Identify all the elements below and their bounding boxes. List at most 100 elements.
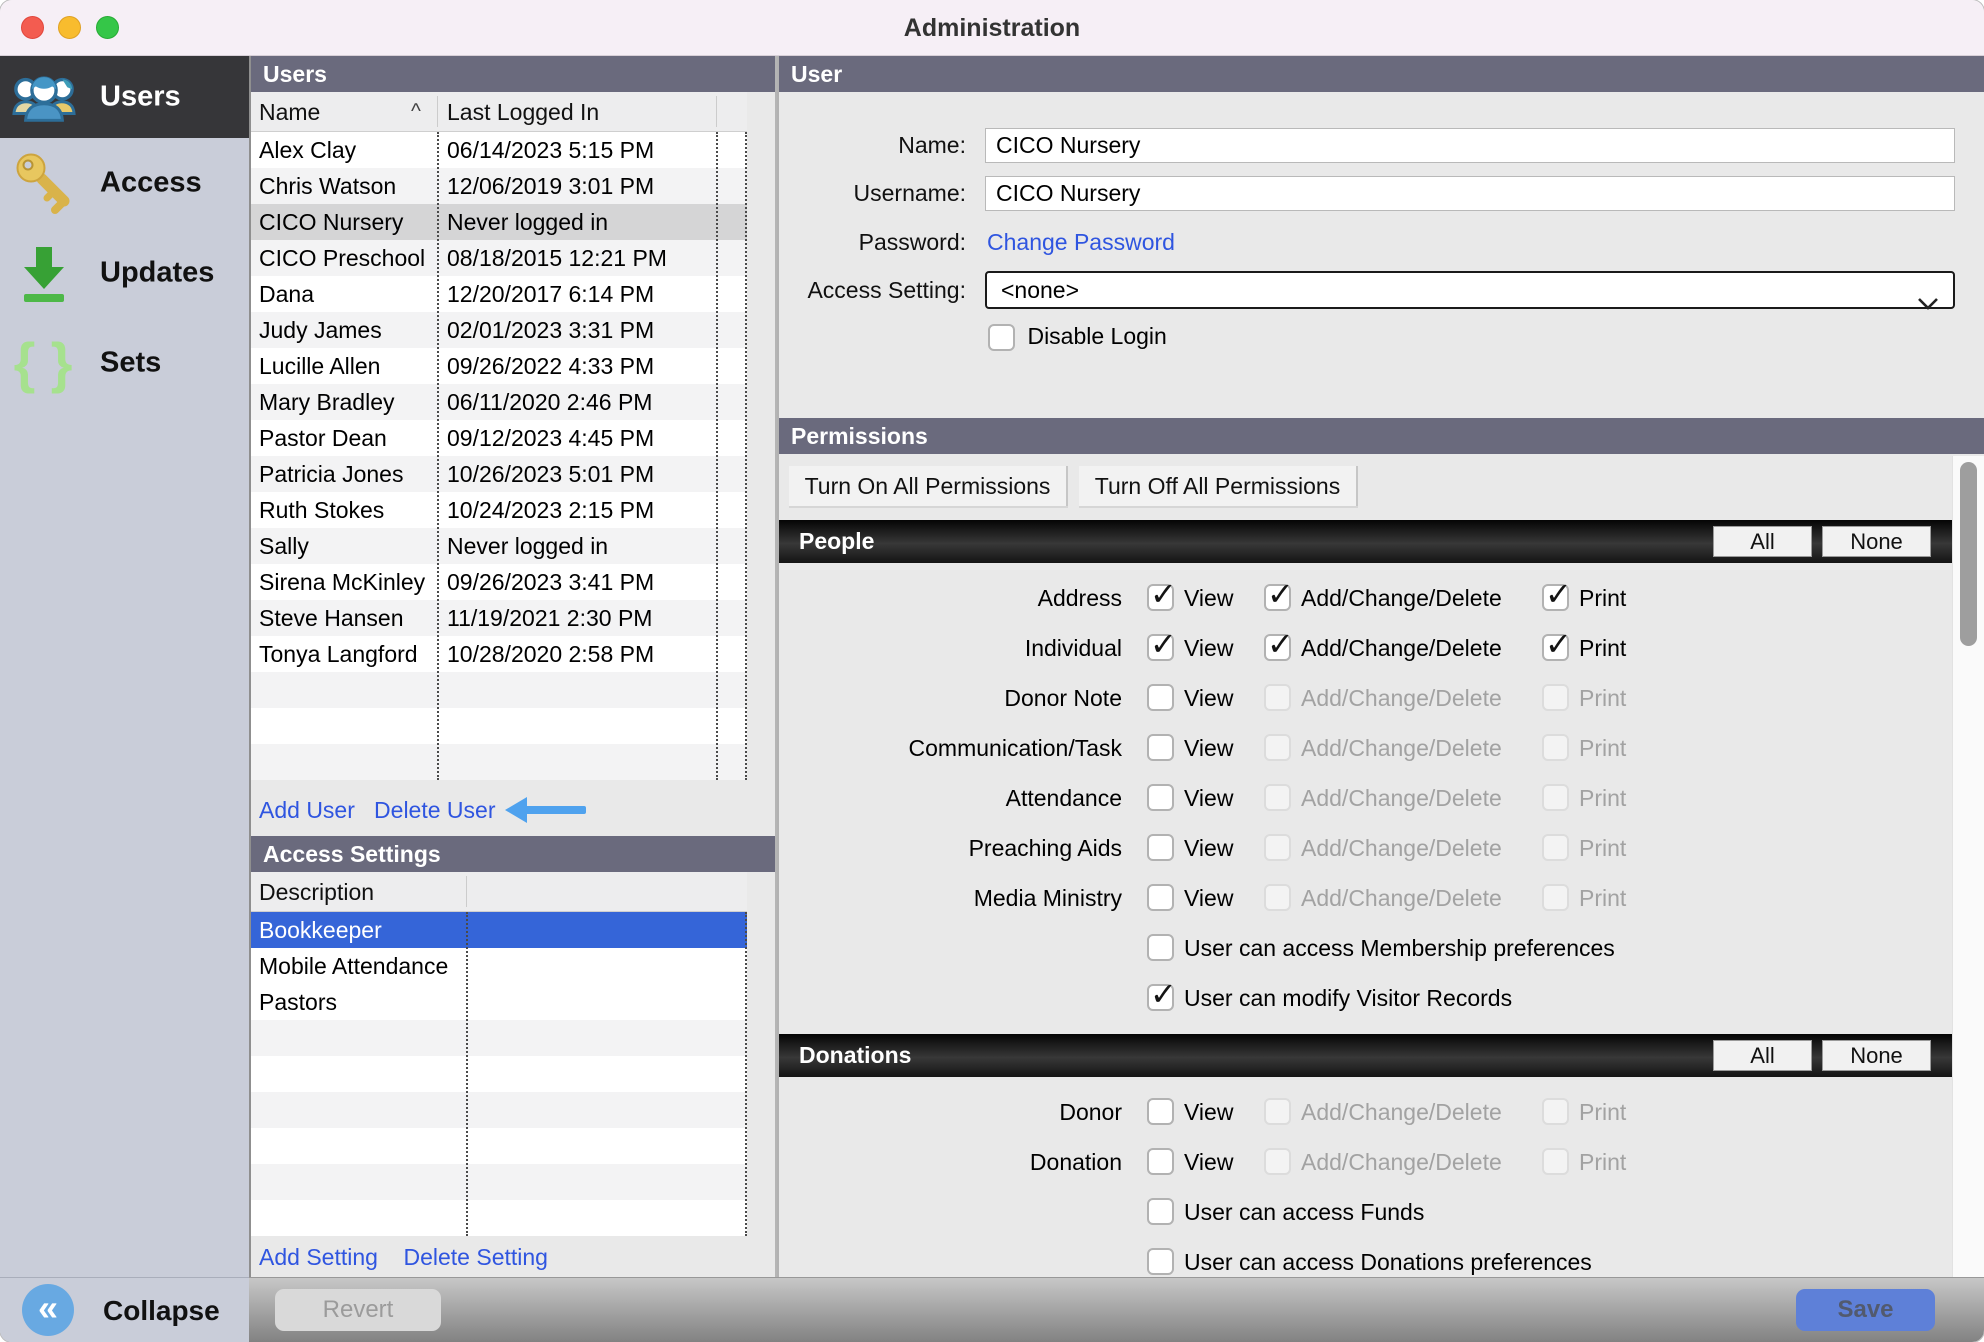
table-row[interactable]: Alex Clay06/14/2023 5:15 PM bbox=[251, 132, 747, 168]
user-can-access-membership-preferences-checkbox[interactable] bbox=[1147, 934, 1174, 961]
donor-note-view-checkbox[interactable] bbox=[1147, 684, 1174, 711]
sidebar-item-updates[interactable]: Updates bbox=[0, 228, 249, 318]
table-row[interactable]: Lucille Allen09/26/2022 4:33 PM bbox=[251, 348, 747, 384]
table-row[interactable]: Dana12/20/2017 6:14 PM bbox=[251, 276, 747, 312]
turn-on-all-permissions-button[interactable]: Turn On All Permissions bbox=[789, 466, 1068, 506]
header-divider bbox=[437, 96, 438, 127]
user-can-access-funds-checkbox[interactable] bbox=[1147, 1198, 1174, 1225]
user-name-cell: Lucille Allen bbox=[259, 348, 380, 384]
print-label: Print bbox=[1579, 1137, 1626, 1187]
table-row[interactable]: Judy James02/01/2023 3:31 PM bbox=[251, 312, 747, 348]
attendance-view-checkbox[interactable] bbox=[1147, 784, 1174, 811]
donations-all-button[interactable]: All bbox=[1713, 1040, 1812, 1071]
user-name-cell: Patricia Jones bbox=[259, 456, 403, 492]
table-row[interactable]: Patricia Jones 10/26/2023 5:01 PM bbox=[251, 456, 747, 492]
add-user-link[interactable]: Add User bbox=[259, 797, 355, 823]
sidebar-item-label: Sets bbox=[100, 347, 161, 380]
donation-view-checkbox[interactable] bbox=[1147, 1148, 1174, 1175]
communication-task-view-checkbox[interactable] bbox=[1147, 734, 1174, 761]
save-button[interactable]: Save bbox=[1796, 1289, 1935, 1331]
disable-login-checkbox[interactable] bbox=[988, 324, 1015, 351]
preaching-aids-acd-checkbox bbox=[1264, 834, 1291, 861]
table-row[interactable]: CICO Preschool08/18/2015 12:21 PM bbox=[251, 240, 747, 276]
sidebar-item-label: Access bbox=[100, 167, 202, 200]
table-row[interactable]: Tonya Langford10/28/2020 2:58 PM bbox=[251, 636, 747, 672]
print-label: Print bbox=[1579, 723, 1626, 773]
scrollbar-thumb[interactable] bbox=[1960, 462, 1977, 646]
sidebar: Users Access Updates bbox=[0, 56, 249, 1342]
preaching-aids-view-checkbox[interactable] bbox=[1147, 834, 1174, 861]
table-row[interactable]: SallyNever logged in bbox=[251, 528, 747, 564]
user-can-access-donations-preferences-checkbox[interactable] bbox=[1147, 1248, 1174, 1275]
individual-acd-checkbox[interactable]: ✓ bbox=[1264, 634, 1291, 661]
individual-print-checkbox[interactable]: ✓ bbox=[1542, 634, 1569, 661]
sidebar-item-users[interactable]: Users bbox=[0, 56, 249, 138]
sidebar-item-access[interactable]: Access bbox=[0, 138, 249, 228]
table-row[interactable]: Mary Bradley06/11/2020 2:46 PM bbox=[251, 384, 747, 420]
address-view-checkbox[interactable]: ✓ bbox=[1147, 584, 1174, 611]
column-header-last-logged-in[interactable]: Last Logged In bbox=[447, 92, 599, 132]
column-divider bbox=[466, 912, 468, 1236]
view-label: View bbox=[1184, 1087, 1233, 1137]
column-header-name[interactable]: Name bbox=[259, 92, 320, 132]
table-row[interactable]: Pastors bbox=[251, 984, 747, 1020]
add-setting-link[interactable]: Add Setting bbox=[259, 1244, 378, 1270]
user-name-cell: Alex Clay bbox=[259, 132, 356, 168]
last-logged-in-cell: 09/12/2023 4:45 PM bbox=[447, 420, 654, 456]
scrollbar-track[interactable] bbox=[1952, 456, 1984, 1342]
user-name-cell: CICO Preschool bbox=[259, 240, 425, 276]
last-logged-in-cell: 10/26/2023 5:01 PM bbox=[447, 456, 654, 492]
user-name-cell: Tonya Langford bbox=[259, 636, 418, 672]
permission-extra-label: User can access Membership preferences bbox=[1184, 923, 1615, 973]
empty-row bbox=[251, 1128, 747, 1164]
checkmark-icon: ✓ bbox=[1545, 628, 1572, 660]
braces-icon: { } bbox=[12, 331, 76, 395]
table-row[interactable]: Steve Hansen11/19/2021 2:30 PM bbox=[251, 600, 747, 636]
address-print-checkbox[interactable]: ✓ bbox=[1542, 584, 1569, 611]
empty-row bbox=[251, 1164, 747, 1200]
donations-none-button[interactable]: None bbox=[1822, 1040, 1931, 1071]
column-header-description[interactable]: Description bbox=[259, 872, 374, 912]
table-row[interactable]: Bookkeeper bbox=[251, 912, 747, 948]
donor-print-checkbox bbox=[1542, 1098, 1569, 1125]
print-label: Print bbox=[1579, 873, 1626, 923]
table-row[interactable]: CICO NurseryNever logged in bbox=[251, 204, 747, 240]
permission-row: Preaching AidsViewAdd/Change/DeletePrint bbox=[779, 823, 1952, 873]
media-ministry-view-checkbox[interactable] bbox=[1147, 884, 1174, 911]
download-icon bbox=[12, 241, 76, 305]
change-password-link[interactable]: Change Password bbox=[987, 226, 1175, 258]
table-row[interactable]: Ruth Stokes10/24/2023 2:15 PM bbox=[251, 492, 747, 528]
collapse-bar: « Collapse bbox=[0, 1277, 249, 1342]
users-actions: Add User Delete User bbox=[259, 792, 495, 828]
people-none-button[interactable]: None bbox=[1822, 526, 1931, 557]
collapse-label[interactable]: Collapse bbox=[103, 1278, 220, 1342]
name-field[interactable] bbox=[985, 128, 1955, 163]
table-row[interactable]: Pastor Dean09/12/2023 4:45 PM bbox=[251, 420, 747, 456]
collapse-icon[interactable]: « bbox=[22, 1284, 74, 1336]
view-label: View bbox=[1184, 823, 1233, 873]
permission-label: Preaching Aids bbox=[779, 823, 1122, 873]
donor-view-checkbox[interactable] bbox=[1147, 1098, 1174, 1125]
sidebar-item-sets[interactable]: { } Sets bbox=[0, 318, 249, 408]
table-row[interactable]: Mobile Attendance bbox=[251, 948, 747, 984]
address-acd-checkbox[interactable]: ✓ bbox=[1264, 584, 1291, 611]
communication-task-acd-checkbox bbox=[1264, 734, 1291, 761]
preaching-aids-print-checkbox bbox=[1542, 834, 1569, 861]
acd-label: Add/Change/Delete bbox=[1301, 873, 1502, 923]
last-logged-in-cell: 12/06/2019 3:01 PM bbox=[447, 168, 654, 204]
username-field[interactable] bbox=[985, 176, 1955, 211]
table-row[interactable]: Chris Watson12/06/2019 3:01 PM bbox=[251, 168, 747, 204]
donor-note-print-checkbox bbox=[1542, 684, 1569, 711]
user-can-modify-visitor-records-checkbox[interactable]: ✓ bbox=[1147, 984, 1174, 1011]
people-all-button[interactable]: All bbox=[1713, 526, 1812, 557]
table-row[interactable]: Sirena McKinley09/26/2023 3:41 PM bbox=[251, 564, 747, 600]
users-table-body: Alex Clay06/14/2023 5:15 PMChris Watson1… bbox=[251, 132, 747, 780]
individual-view-checkbox[interactable]: ✓ bbox=[1147, 634, 1174, 661]
delete-setting-link[interactable]: Delete Setting bbox=[403, 1244, 547, 1270]
delete-user-link[interactable]: Delete User bbox=[374, 797, 495, 823]
access-setting-select[interactable]: <none> bbox=[985, 271, 1955, 309]
column-divider bbox=[716, 132, 718, 780]
turn-off-all-permissions-button[interactable]: Turn Off All Permissions bbox=[1079, 466, 1358, 506]
revert-button[interactable]: Revert bbox=[275, 1289, 441, 1331]
footer-bar: Revert Save bbox=[249, 1277, 1984, 1342]
